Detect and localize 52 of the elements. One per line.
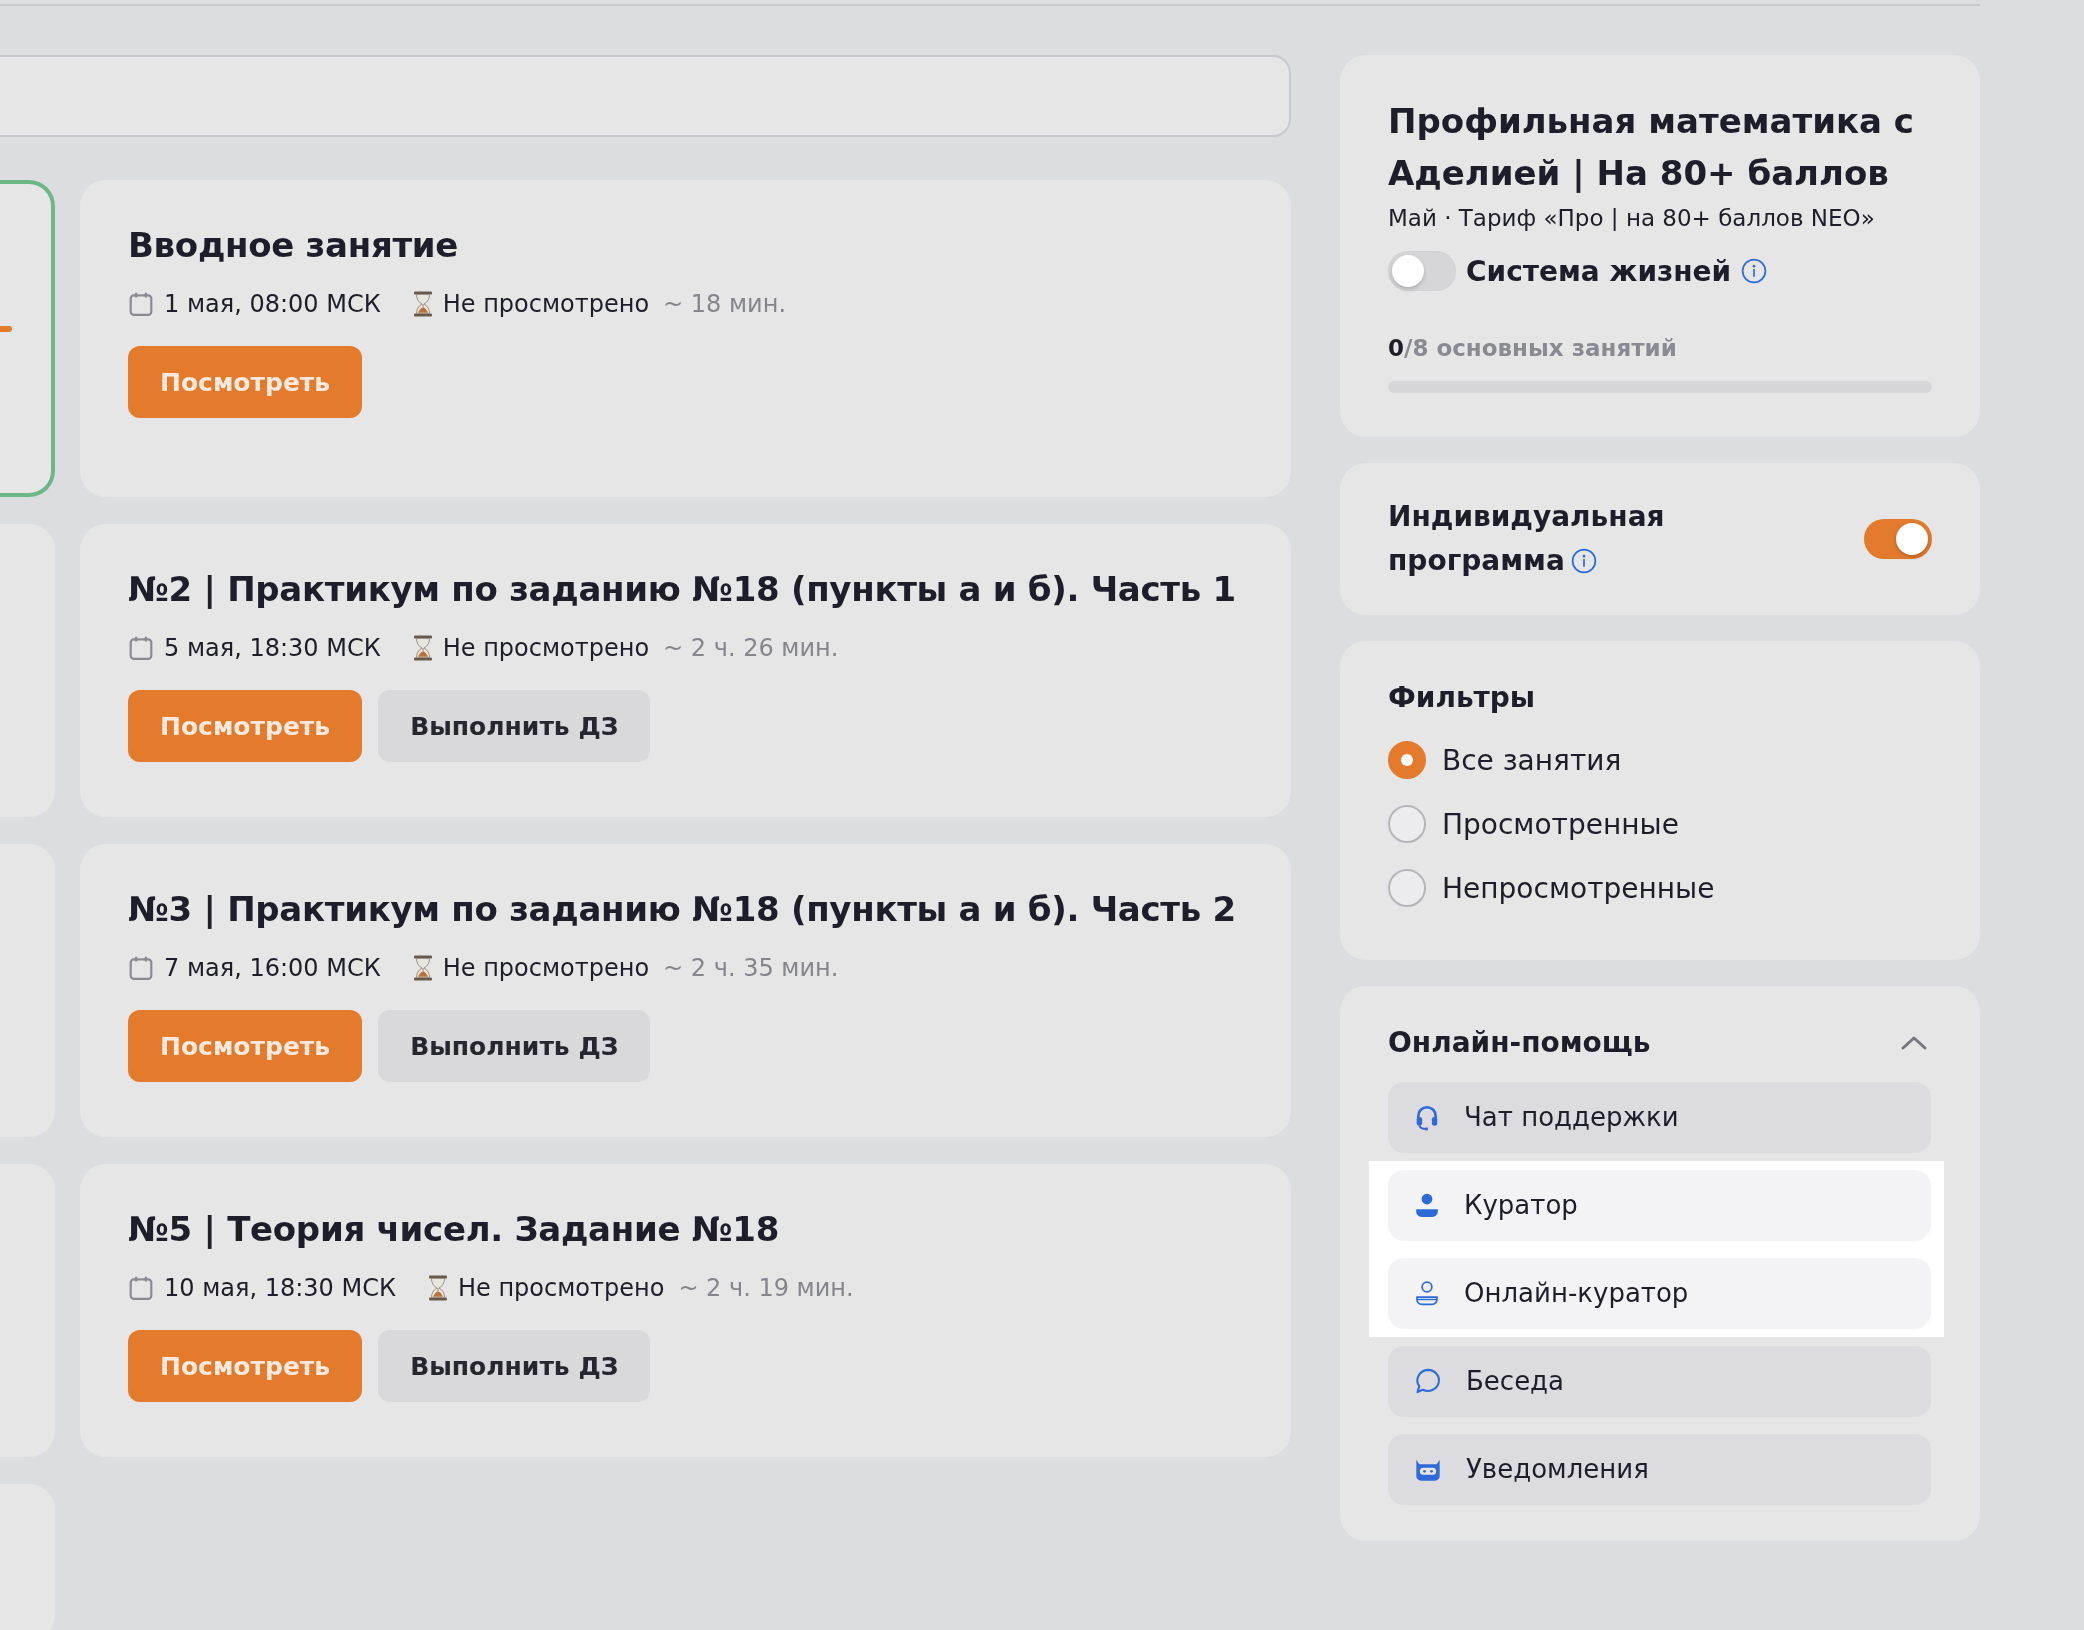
lesson-duration: ~ 2 ч. 19 мин. bbox=[678, 1274, 854, 1302]
progress-label: 0/8 основных занятий bbox=[1388, 335, 1678, 361]
watch-status: Не просмотрено bbox=[442, 634, 650, 662]
calendar-icon bbox=[128, 1275, 154, 1301]
filter-option[interactable]: Непросмотренные bbox=[1388, 856, 1715, 920]
course-title: Профильная математика с Аделией | На 80+ баллов bbox=[1388, 100, 1915, 195]
program-toggle[interactable] bbox=[1864, 519, 1932, 559]
watch-status: Не просмотрено bbox=[458, 1274, 665, 1302]
lesson-title: Вводное занятие bbox=[128, 224, 460, 267]
lesson-date: 10 мая, 18:30 МСК bbox=[164, 1274, 396, 1302]
homework-button[interactable]: Выполнить ДЗ bbox=[378, 1330, 651, 1402]
watch-status: Не просмотрено bbox=[442, 290, 650, 318]
program-label: Индивидуальная программа bbox=[1388, 499, 1666, 579]
help-item[interactable]: Чат поддержки bbox=[1388, 1081, 1931, 1153]
hourglass-icon bbox=[428, 1275, 448, 1301]
toggle-label: Система жизней bbox=[1466, 254, 1732, 288]
headset-icon bbox=[1414, 1103, 1440, 1131]
info-icon[interactable] bbox=[1570, 548, 1597, 574]
lesson-duration: ~ 2 ч. 35 мин. bbox=[663, 954, 839, 982]
help-item[interactable]: Онлайн-куратор bbox=[1388, 1257, 1931, 1329]
lesson-title: №5 | Теория чисел. Задание №18 bbox=[128, 1208, 781, 1251]
info-icon[interactable] bbox=[1741, 258, 1768, 284]
lesson-date: 7 мая, 16:00 МСК bbox=[164, 954, 381, 982]
lesson-thumbnail[interactable] bbox=[0, 180, 55, 497]
filter-option[interactable]: Просмотренные bbox=[1388, 792, 1679, 856]
hourglass-icon bbox=[412, 955, 433, 981]
lesson-duration: ~ 18 мин. bbox=[663, 290, 787, 318]
hourglass-icon bbox=[412, 291, 433, 317]
filters-title: Фильтры bbox=[1388, 681, 1537, 714]
calendar-icon bbox=[128, 291, 154, 317]
homework-button[interactable]: Выполнить ДЗ bbox=[378, 1010, 651, 1082]
lesson-date: 5 мая, 18:30 МСК bbox=[164, 634, 381, 662]
speech-bubble-icon bbox=[1414, 1367, 1442, 1395]
homework-button[interactable]: Выполнить ДЗ bbox=[378, 690, 651, 762]
person-icon bbox=[1414, 1191, 1440, 1219]
course-subtitle: Май · Тариф «Про | на 80+ баллов NEO» bbox=[1388, 205, 1876, 231]
calendar-icon bbox=[128, 955, 154, 981]
watch-status: Не просмотрено bbox=[442, 954, 650, 982]
hourglass-icon bbox=[412, 635, 433, 661]
search-field[interactable] bbox=[0, 55, 1291, 137]
help-item[interactable]: Беседа bbox=[1388, 1345, 1931, 1417]
calendar-icon bbox=[128, 635, 154, 661]
person-outline-icon bbox=[1414, 1279, 1440, 1307]
lesson-title: №2 | Практикум по заданию №18 (пункты а и б). Часть 1 bbox=[128, 568, 1237, 611]
help-item[interactable]: Куратор bbox=[1388, 1169, 1931, 1241]
lesson-date: 1 мая, 08:00 МСК bbox=[164, 290, 381, 318]
help-item[interactable]: Уведомления bbox=[1388, 1433, 1931, 1505]
filter-option[interactable]: Все занятия bbox=[1388, 728, 1622, 792]
lesson-duration: ~ 2 ч. 26 мин. bbox=[663, 634, 839, 662]
lesson-title: №3 | Практикум по заданию №18 (пункты а и б). Часть 2 bbox=[128, 888, 1237, 931]
help-title: Онлайн-помощь bbox=[1388, 1026, 1651, 1059]
lives-toggle[interactable] bbox=[1388, 251, 1456, 291]
